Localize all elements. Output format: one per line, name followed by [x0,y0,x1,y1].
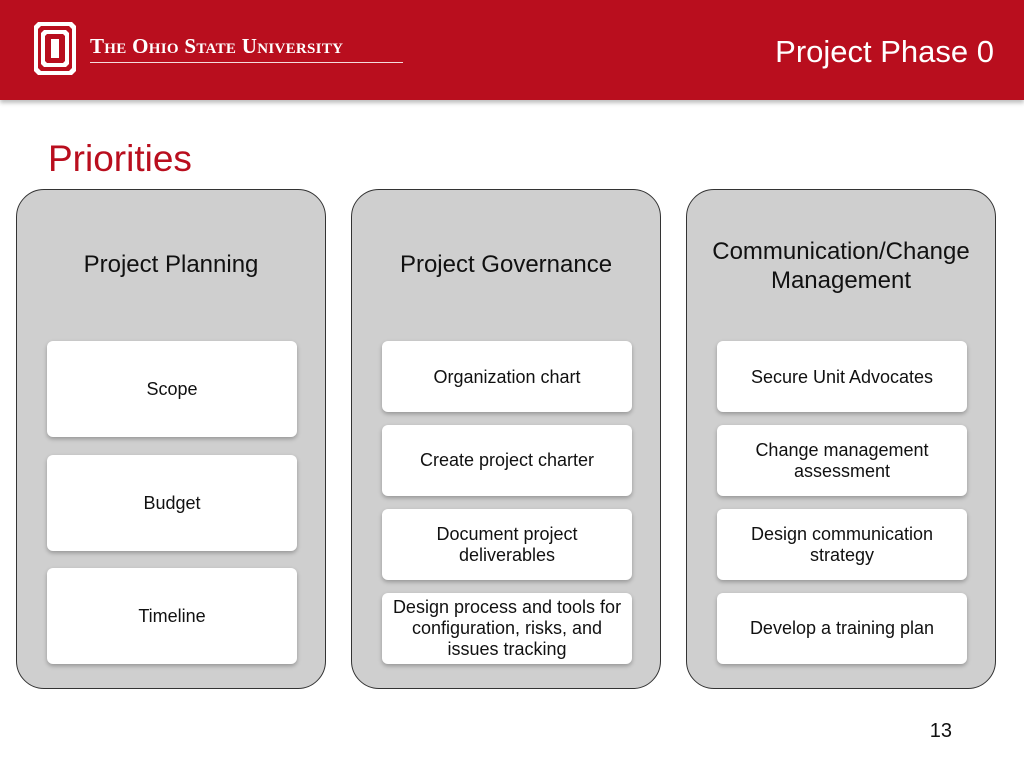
card-process-tools: Design process and tools for configurati… [382,593,632,664]
header-bar: The Ohio State University Project Phase … [0,0,1024,100]
page-title: Priorities [48,138,192,179]
block-o-logo-icon [34,22,76,75]
card-project-charter: Create project charter [382,425,632,496]
page-number: 13 [929,720,952,742]
card-organization-chart: Organization chart [382,341,632,412]
column-project-governance: Project Governance Organization chart Cr… [351,189,661,689]
header-title: Project Phase 0 [775,34,994,69]
column-project-planning: Project Planning Scope Budget Timeline [16,189,326,689]
card-communication-strategy: Design communication strategy [717,509,967,580]
column-heading: Project Governance [399,250,613,278]
wordmark-divider [90,62,403,63]
card-timeline: Timeline [47,568,297,664]
university-wordmark: The Ohio State University [90,34,344,58]
card-change-assessment: Change management assessment [717,425,967,496]
column-heading: Communication/Change Management [712,238,970,294]
card-training-plan: Develop a training plan [717,593,967,664]
card-scope: Scope [47,341,297,437]
column-heading: Project Planning [83,250,259,278]
card-budget: Budget [47,455,297,551]
column-communication-change: Communication/Change Management Secure U… [686,189,996,689]
card-project-deliverables: Document project deliverables [382,509,632,580]
card-unit-advocates: Secure Unit Advocates [717,341,967,412]
